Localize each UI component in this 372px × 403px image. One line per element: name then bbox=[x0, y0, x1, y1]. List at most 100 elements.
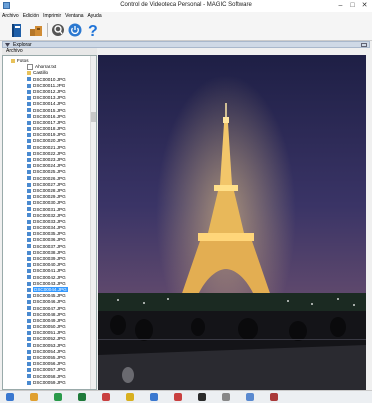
tree-item-label: DSC00039.JPG bbox=[33, 256, 66, 261]
image-file-icon bbox=[27, 275, 31, 280]
image-file-icon bbox=[27, 256, 31, 261]
image-file-icon bbox=[27, 157, 31, 162]
tree-item-label: DSC00025.JPG bbox=[33, 169, 66, 175]
scrollbar-thumb[interactable] bbox=[91, 112, 96, 122]
tree-item-label: DSC00030.JPG bbox=[33, 200, 66, 206]
menu-imprimir[interactable]: Imprimir bbox=[41, 12, 63, 20]
tree-item-label: DSC00020.JPG bbox=[33, 138, 66, 144]
tree-item-label: DSC00052.JPG bbox=[33, 336, 66, 342]
image-file-icon bbox=[27, 374, 31, 379]
tree-item-label: DSC00014.JPG bbox=[33, 101, 66, 107]
book-button[interactable] bbox=[8, 22, 24, 38]
maximize-button[interactable]: □ bbox=[348, 1, 357, 10]
book-icon bbox=[11, 23, 21, 37]
excel-icon[interactable] bbox=[78, 393, 86, 401]
image-file-icon bbox=[27, 95, 31, 100]
menu-ventana[interactable]: Ventana bbox=[63, 12, 85, 20]
tree-item-label: DSC00024.JPG bbox=[33, 163, 66, 169]
image-file-icon bbox=[27, 368, 31, 373]
tab-archivo[interactable]: Archivo bbox=[2, 48, 23, 54]
image-file-icon bbox=[27, 355, 31, 360]
tree-item-label: DSC00050.JPG bbox=[33, 324, 66, 330]
start-icon[interactable] bbox=[6, 393, 14, 401]
tree-item-label: DSC00032.JPG bbox=[33, 212, 66, 218]
image-file-icon bbox=[27, 238, 31, 243]
tree-item-label: DSC00023.JPG bbox=[33, 157, 66, 162]
image-file-icon bbox=[27, 102, 31, 107]
app7-icon[interactable] bbox=[270, 393, 278, 401]
image-file-icon bbox=[27, 262, 31, 267]
tree-item-label: DSC00059.JPG bbox=[33, 379, 66, 385]
image-file-icon bbox=[27, 318, 31, 323]
tree-item-label: DSC00015.JPG bbox=[33, 107, 66, 113]
tree-item-label: DSC00058.JPG bbox=[33, 373, 66, 379]
image-file-icon bbox=[27, 232, 31, 237]
image-file-icon bbox=[27, 201, 31, 206]
image-file-icon bbox=[27, 331, 31, 336]
tree-item-label: DSC00045.JPG bbox=[33, 293, 66, 299]
image-file-icon bbox=[27, 349, 31, 354]
image-file-icon bbox=[27, 269, 31, 274]
menu-archivo[interactable]: Archivo bbox=[0, 12, 21, 20]
image-file-icon bbox=[27, 188, 31, 193]
image-file-icon bbox=[27, 293, 31, 298]
image-file-icon bbox=[27, 244, 31, 249]
app4-icon[interactable] bbox=[198, 393, 206, 401]
image-file-icon bbox=[27, 312, 31, 317]
app5-icon[interactable] bbox=[222, 393, 230, 401]
tree-item-label: DSC00034.JPG bbox=[33, 225, 66, 231]
folder-icon[interactable] bbox=[30, 393, 38, 401]
tree-item-label: DSC00047.JPG bbox=[33, 305, 66, 311]
panel-restore-icon[interactable] bbox=[361, 43, 367, 47]
help-button[interactable]: ? bbox=[85, 22, 101, 38]
tree-item-label: DSC00055.JPG bbox=[33, 355, 66, 360]
app3-icon[interactable] bbox=[174, 393, 182, 401]
image-file-icon bbox=[27, 324, 31, 329]
tree-item-label: DSC00040.JPG bbox=[33, 262, 66, 268]
tree-item-label: DSC00016.JPG bbox=[33, 113, 66, 119]
file-tree[interactable]: Fotos Ahorrar.txt Castillo DSC00010.JPG DSC0… bbox=[2, 55, 97, 390]
power-button[interactable] bbox=[67, 22, 83, 38]
tree-item-label: Fotos bbox=[17, 58, 29, 63]
tree-item-label: DSC00018.JPG bbox=[33, 126, 66, 132]
menu-ayuda[interactable]: Ayuda bbox=[86, 12, 104, 20]
tree-scrollbar[interactable] bbox=[90, 56, 96, 389]
tree-item-label: DSC00019.JPG bbox=[33, 132, 66, 138]
app-icon[interactable] bbox=[102, 393, 110, 401]
boxes-icon bbox=[30, 26, 42, 36]
close-button[interactable]: ✕ bbox=[360, 1, 369, 10]
image-file-icon bbox=[27, 361, 31, 366]
tree-item-label: DSC00053.JPG bbox=[33, 342, 66, 348]
tree-item-label: DSC00057.JPG bbox=[33, 367, 66, 373]
app2-icon[interactable] bbox=[150, 393, 158, 401]
tree-item-label: DSC00048.JPG bbox=[33, 311, 66, 317]
taskbar bbox=[0, 390, 372, 403]
image-file-icon bbox=[27, 337, 31, 342]
image-file-icon bbox=[27, 77, 31, 82]
minimize-button[interactable]: – bbox=[336, 1, 345, 10]
power-icon bbox=[68, 23, 82, 37]
text-file-icon bbox=[27, 64, 33, 71]
tree-item-label: DSC00043.JPG bbox=[33, 280, 66, 286]
tree-file[interactable]: DSC00059.JPG bbox=[5, 380, 96, 386]
browser-icon[interactable] bbox=[54, 393, 62, 401]
search-button[interactable] bbox=[50, 22, 66, 38]
tree-item-label: DSC00022.JPG bbox=[33, 150, 66, 156]
image-file-icon bbox=[27, 219, 31, 224]
image-file-icon bbox=[27, 194, 31, 199]
menu-edicion[interactable]: Edición bbox=[21, 12, 41, 20]
image-file-icon bbox=[27, 163, 31, 168]
tree-item-label: DSC00051.JPG bbox=[33, 330, 66, 336]
boxes-button[interactable] bbox=[28, 22, 44, 38]
chrome-icon[interactable] bbox=[126, 393, 134, 401]
collapse-icon[interactable] bbox=[5, 43, 10, 47]
search-icon bbox=[52, 24, 64, 36]
image-file-icon bbox=[27, 225, 31, 230]
tree-item-label: Castillo bbox=[33, 70, 49, 76]
tree-item-label: DSC00010.JPG bbox=[33, 76, 66, 82]
tree-item-label: DSC00056.JPG bbox=[33, 361, 66, 367]
image-file-icon bbox=[27, 281, 31, 286]
app6-icon[interactable] bbox=[246, 393, 254, 401]
tree-item-label: DSC00044.JPG bbox=[33, 286, 68, 292]
tree-item-label: DSC00027.JPG bbox=[33, 181, 66, 187]
